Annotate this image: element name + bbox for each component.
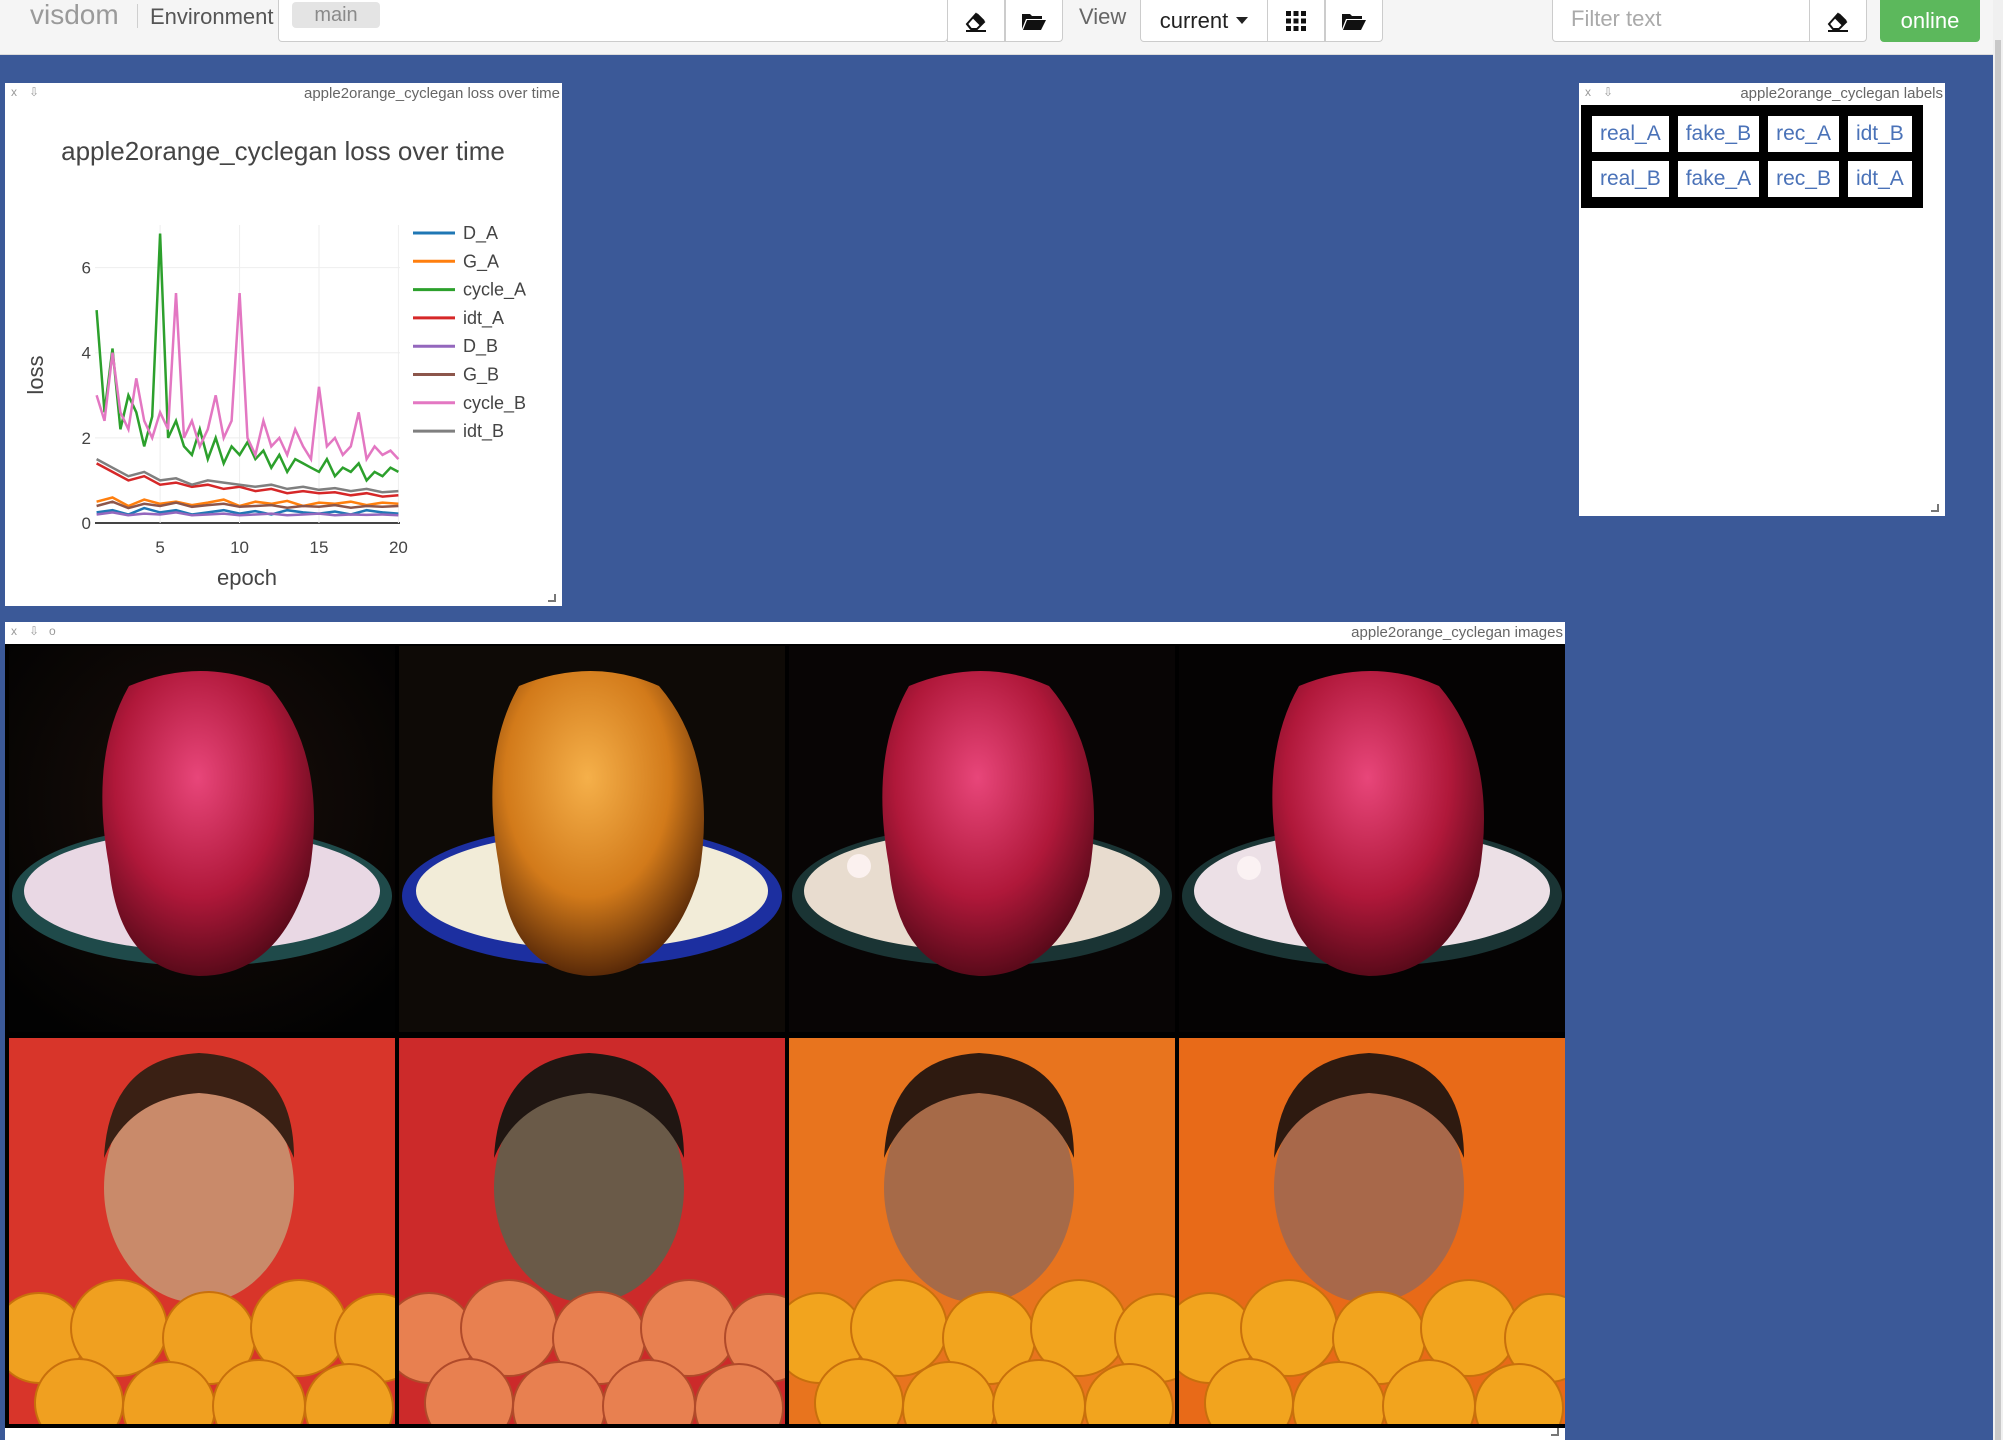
man-with-apples-image (399, 1038, 785, 1424)
filter-input[interactable]: Filter text (1552, 0, 1810, 42)
image-idt-b (1179, 646, 1565, 1032)
label-cell[interactable]: real_B (1590, 159, 1671, 199)
image-grid (5, 644, 1565, 1428)
apple-on-plate-image (9, 646, 395, 1032)
view-select-value: current (1159, 7, 1229, 33)
connection-status-button[interactable]: online (1880, 0, 1980, 42)
pane-title: apple2orange_cyclegan images (1351, 624, 1563, 641)
x-tick-label: 10 (230, 538, 249, 557)
reconstructed-apple-image (789, 646, 1175, 1032)
environment-tag-main[interactable]: main (292, 2, 380, 28)
image-fake-b (399, 646, 785, 1032)
brand-logo: visdom (30, 0, 119, 30)
x-tick-label: 5 (155, 538, 164, 557)
eraser-icon (965, 12, 986, 32)
open-env-button[interactable] (1005, 0, 1063, 42)
download-icon[interactable]: ⇩ (29, 85, 39, 99)
man-with-oranges-image (9, 1038, 395, 1424)
label-cell[interactable]: idt_A (1845, 159, 1914, 199)
environment-label: Environment (150, 4, 274, 29)
legend-label: D_B (463, 336, 498, 357)
page-scrollbar-thumb[interactable] (1995, 40, 2001, 1440)
open-view-button[interactable] (1325, 0, 1383, 42)
resize-handle[interactable] (548, 594, 556, 602)
grid-icon (1286, 10, 1306, 31)
legend-label: G_B (463, 365, 499, 386)
image-rec-a (789, 646, 1175, 1032)
y-tick-label: 0 (82, 514, 91, 533)
eraser-icon (1827, 12, 1848, 32)
download-icon[interactable]: ⇩ (1603, 85, 1613, 99)
reconstructed-oranges-image (789, 1038, 1175, 1424)
orange-apple-on-plate-image (399, 646, 785, 1032)
close-icon[interactable]: x (11, 85, 17, 99)
download-icon[interactable]: ⇩ (29, 624, 39, 638)
images-pane: x ⇩ o apple2orange_cyclegan images (5, 622, 1565, 1440)
repack-grid-button[interactable] (1267, 0, 1325, 42)
view-label: View (1079, 4, 1127, 29)
close-icon[interactable]: x (1585, 85, 1591, 99)
loss-chart-pane: x ⇩ apple2orange_cyclegan loss over time… (5, 83, 562, 606)
identity-apple-image (1179, 646, 1565, 1032)
label-cell[interactable]: rec_B (1766, 159, 1841, 199)
legend-label: cycle_B (463, 393, 526, 414)
pane-title: apple2orange_cyclegan loss over time (304, 85, 560, 102)
close-icon[interactable]: x (11, 624, 17, 638)
pane-title-bar[interactable]: x ⇩ apple2orange_cyclegan loss over time (5, 83, 562, 105)
legend-label: idt_A (463, 308, 504, 329)
x-axis-title: epoch (217, 565, 277, 590)
folder-open-icon (1022, 13, 1046, 30)
legend-label: idt_B (463, 421, 504, 442)
top-navbar: visdom Environment × main View current (0, 0, 2003, 55)
pane-title-bar[interactable]: x ⇩ o apple2orange_cyclegan images (5, 622, 1565, 644)
labels-table: real_A fake_B rec_A idt_B real_B fake_A … (1581, 105, 1923, 208)
nav-divider (137, 4, 138, 28)
legend-label: G_A (463, 251, 499, 272)
folder-open-icon (1342, 13, 1366, 30)
loss-line-chart: apple2orange_cyclegan loss over time 0 2 4 6… (23, 136, 526, 590)
label-cell[interactable]: idt_B (1845, 114, 1914, 154)
label-cell[interactable]: rec_A (1766, 114, 1841, 154)
x-tick-label: 15 (310, 538, 329, 557)
image-rec-b (789, 1038, 1175, 1424)
label-cell[interactable]: fake_A (1675, 159, 1762, 199)
filter-placeholder: Filter text (1571, 6, 1662, 31)
y-tick-label: 4 (82, 344, 91, 363)
image-real-a (9, 646, 395, 1032)
series-line-cycle-a (95, 233, 399, 483)
y-tick-label: 6 (82, 259, 91, 278)
label-cell[interactable]: real_A (1590, 114, 1671, 154)
legend-label: D_A (463, 223, 498, 244)
legend-label: cycle_A (463, 280, 526, 301)
x-tick-label: 20 (389, 538, 408, 557)
table-row: real_B fake_A rec_B idt_A (1590, 159, 1914, 199)
resize-handle[interactable] (1551, 1428, 1559, 1436)
chart-title: apple2orange_cyclegan loss over time (61, 136, 505, 166)
labels-pane: x ⇩ apple2orange_cyclegan labels real_A … (1579, 83, 1945, 516)
pane-title-bar[interactable]: x ⇩ apple2orange_cyclegan labels (1579, 83, 1945, 105)
y-tick-label: 2 (82, 429, 91, 448)
table-row: real_A fake_B rec_A idt_B (1590, 114, 1914, 154)
y-axis-title: loss (23, 355, 48, 394)
resize-handle[interactable] (1931, 504, 1939, 512)
chevron-down-icon (1236, 17, 1249, 24)
image-real-b (9, 1038, 395, 1424)
clear-env-button[interactable] (947, 0, 1005, 42)
view-select[interactable]: current (1140, 0, 1268, 42)
reset-icon[interactable]: o (49, 624, 56, 638)
clear-filter-button[interactable] (1809, 0, 1867, 42)
pane-title: apple2orange_cyclegan labels (1740, 85, 1943, 102)
image-fake-a (399, 1038, 785, 1424)
label-cell[interactable]: fake_B (1675, 114, 1762, 154)
identity-oranges-image (1179, 1038, 1565, 1424)
image-idt-a (1179, 1038, 1565, 1424)
